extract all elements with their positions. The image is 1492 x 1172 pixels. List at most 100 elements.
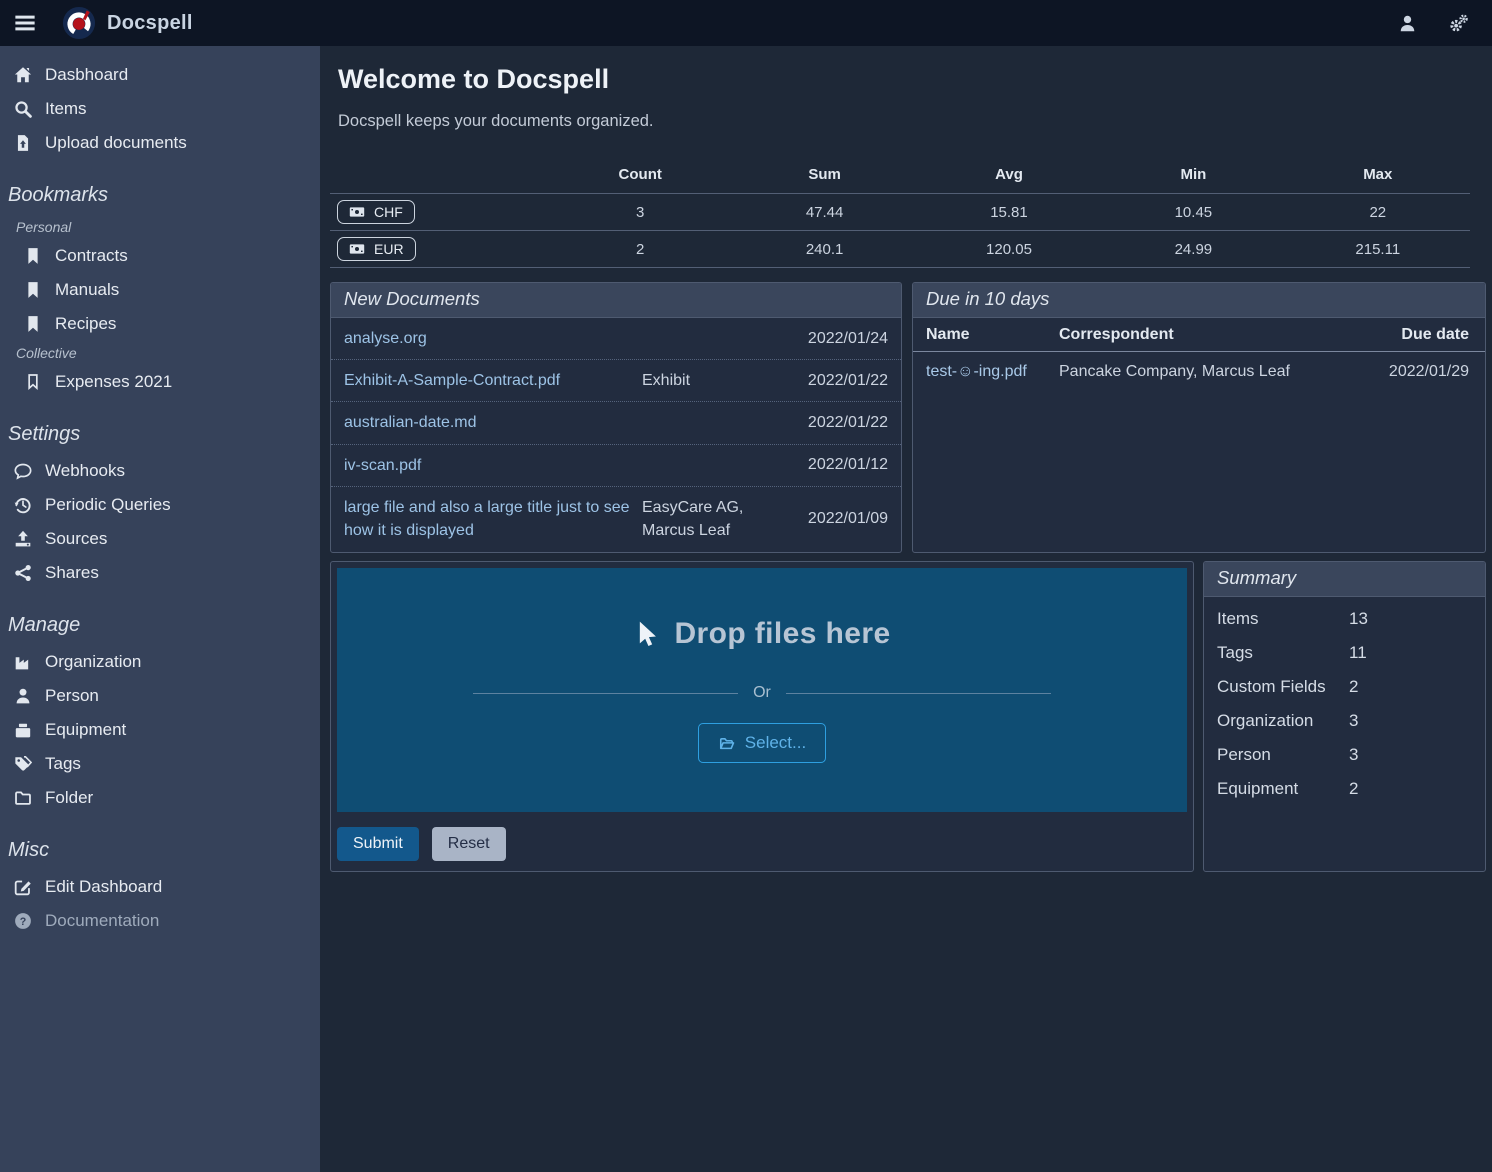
stats-header-avg: Avg (917, 157, 1101, 194)
document-link[interactable]: Exhibit-A-Sample-Contract.pdf (344, 369, 642, 392)
document-row: large file and also a large title just t… (331, 486, 901, 551)
sidebar-item-label: Periodic Queries (45, 495, 171, 515)
sidebar-item-dashboard[interactable]: Dasbhoard (0, 58, 320, 92)
currency-badge-chf[interactable]: CHF (337, 200, 415, 224)
tags-icon (14, 755, 32, 773)
select-files-label: Select... (745, 733, 806, 753)
sidebar-item-edit-dashboard[interactable]: Edit Dashboard (0, 870, 320, 904)
file-dropzone[interactable]: Drop files here Or Select... (337, 568, 1187, 812)
document-correspondent: Exhibit (642, 369, 795, 392)
document-link[interactable]: analyse.org (344, 327, 642, 350)
bookmark-label: Contracts (55, 246, 128, 266)
summary-value: 2 (1349, 779, 1358, 799)
menu-toggle-button[interactable] (0, 12, 50, 34)
sidebar-item-label: Webhooks (45, 461, 125, 481)
sidebar-item-periodic-queries[interactable]: Periodic Queries (0, 488, 320, 522)
sidebar-item-label: Sources (45, 529, 107, 549)
docspell-logo-icon (62, 6, 96, 40)
sidebar-item-label: Equipment (45, 720, 126, 740)
submit-button[interactable]: Submit (337, 827, 419, 861)
stats-header-count: Count (548, 157, 732, 194)
select-files-button[interactable]: Select... (698, 723, 826, 763)
sidebar: Dasbhoard Items Upload documents Bookmar… (0, 46, 320, 1172)
share-icon (14, 564, 32, 582)
svg-text:?: ? (20, 916, 27, 928)
sidebar-section-settings: Settings (0, 423, 320, 446)
folder-icon (14, 789, 32, 807)
settings-menu-button[interactable] (1449, 14, 1468, 33)
document-correspondent: EasyCare AG, Marcus Leaf (642, 496, 795, 542)
search-icon (14, 100, 32, 118)
due-date: 2022/01/29 (1370, 352, 1485, 393)
document-date: 2022/01/22 (795, 414, 888, 432)
user-menu-button[interactable] (1398, 14, 1417, 33)
summary-label: Equipment (1217, 779, 1349, 799)
sidebar-item-sources[interactable]: Sources (0, 522, 320, 556)
bookmark-recipes[interactable]: Recipes (0, 307, 320, 341)
summary-title: Summary (1204, 562, 1485, 597)
edit-icon (14, 878, 32, 896)
document-link[interactable]: large file and also a large title just t… (344, 496, 642, 542)
bookmark-icon (24, 315, 42, 333)
due-panel: Due in 10 days Name Correspondent Due da… (912, 282, 1486, 553)
stat-avg: 120.05 (917, 231, 1101, 268)
question-circle-icon: ? (14, 912, 32, 930)
document-link[interactable]: australian-date.md (344, 411, 642, 434)
sidebar-item-documentation[interactable]: ? Documentation (0, 904, 320, 938)
sidebar-section-misc: Misc (0, 839, 320, 862)
stat-count: 2 (548, 231, 732, 268)
document-date: 2022/01/12 (795, 456, 888, 474)
app-logo-brand[interactable]: Docspell (62, 6, 193, 40)
sidebar-item-label: Dasbhoard (45, 65, 128, 85)
sidebar-item-label: Organization (45, 652, 141, 672)
cogs-icon (1449, 14, 1468, 33)
reset-button[interactable]: Reset (432, 827, 506, 861)
due-header-name: Name (913, 318, 1053, 352)
currency-stats-table: Count Sum Avg Min Max CHF 3 47.44 15.81 … (330, 157, 1470, 268)
sidebar-item-organization[interactable]: Organization (0, 645, 320, 679)
sidebar-item-folder[interactable]: Folder (0, 781, 320, 815)
user-icon (1398, 14, 1417, 33)
document-row: iv-scan.pdf 2022/01/12 (331, 444, 901, 486)
summary-value: 3 (1349, 711, 1358, 731)
summary-label: Items (1217, 609, 1349, 629)
stat-sum: 240.1 (732, 231, 916, 268)
sidebar-item-tags[interactable]: Tags (0, 747, 320, 781)
document-link[interactable]: iv-scan.pdf (344, 454, 642, 477)
sidebar-item-label: Edit Dashboard (45, 877, 162, 897)
sidebar-item-equipment[interactable]: Equipment (0, 713, 320, 747)
bookmark-contracts[interactable]: Contracts (0, 239, 320, 273)
due-document-link[interactable]: test-☺-ing.pdf (913, 352, 1053, 393)
page-title: Welcome to Docspell (338, 64, 1486, 95)
new-documents-list: analyse.org 2022/01/24 Exhibit-A-Sample-… (331, 318, 901, 551)
sidebar-item-person[interactable]: Person (0, 679, 320, 713)
due-correspondent: Pancake Company, Marcus Leaf (1053, 352, 1370, 393)
summary-row: Person 3 (1204, 738, 1485, 772)
currency-badge-eur[interactable]: EUR (337, 237, 416, 261)
sidebar-item-upload-documents[interactable]: Upload documents (0, 126, 320, 160)
summary-list: Items 13 Tags 11 Custom Fields 2 Organiz… (1204, 597, 1485, 806)
summary-panel: Summary Items 13 Tags 11 Custom Fields 2… (1203, 561, 1486, 872)
stat-min: 10.45 (1101, 194, 1285, 231)
sidebar-item-shares[interactable]: Shares (0, 556, 320, 590)
bookmark-label: Expenses 2021 (55, 372, 172, 392)
sidebar-item-webhooks[interactable]: Webhooks (0, 454, 320, 488)
bookmark-expenses-2021[interactable]: Expenses 2021 (0, 365, 320, 399)
upload-panel: Drop files here Or Select... Submit Rese… (330, 561, 1194, 872)
new-documents-panel: New Documents analyse.org 2022/01/24 Exh… (330, 282, 902, 553)
sidebar-item-label: Upload documents (45, 133, 187, 153)
sidebar-item-items[interactable]: Items (0, 92, 320, 126)
bookmarks-collective-label: Collective (0, 341, 320, 365)
divider-line (786, 693, 1051, 694)
sidebar-item-label: Documentation (45, 911, 159, 931)
summary-row: Custom Fields 2 (1204, 670, 1485, 704)
summary-row: Organization 3 (1204, 704, 1485, 738)
money-bill-icon (349, 241, 365, 257)
due-panel-title: Due in 10 days (913, 283, 1485, 318)
stats-header-min: Min (1101, 157, 1285, 194)
currency-label: CHF (374, 204, 403, 220)
home-icon (14, 66, 32, 84)
industry-icon (14, 653, 32, 671)
bookmark-manuals[interactable]: Manuals (0, 273, 320, 307)
page-subtitle: Docspell keeps your documents organized. (338, 112, 1486, 131)
